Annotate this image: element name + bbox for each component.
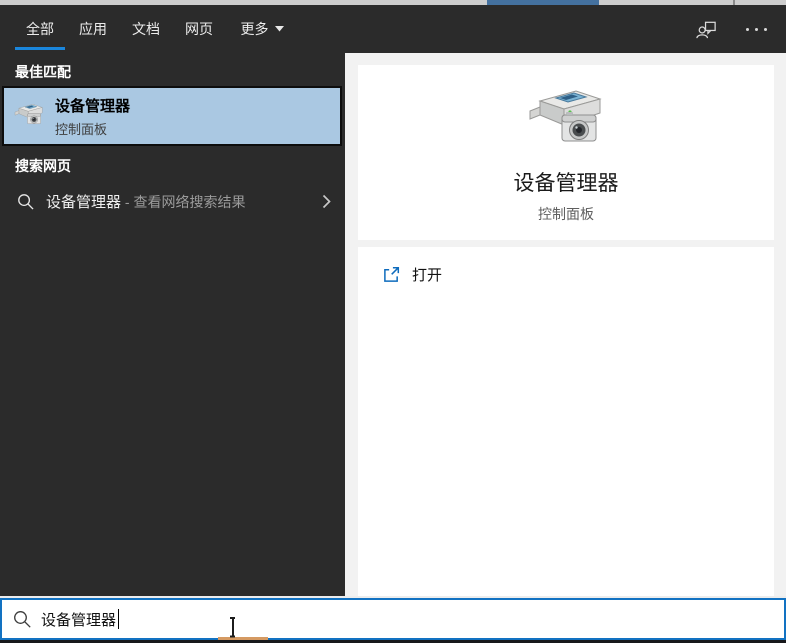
tab-apps[interactable]: 应用 (68, 5, 118, 53)
feedback-button[interactable] (692, 14, 720, 44)
search-window: 全部 应用 文档 网页 更多 最佳匹配 设备管理器 控制面板 搜索网页 设备管理… (0, 0, 786, 643)
preview-title: 设备管理器 (513, 172, 619, 195)
text-caret (118, 609, 120, 629)
best-match-item[interactable]: 设备管理器 控制面板 (2, 86, 342, 146)
ellipsis-icon (745, 27, 767, 31)
search-input[interactable]: 设备管理器 (0, 598, 786, 640)
web-search-suffix: - 查看网络搜索结果 (121, 193, 246, 210)
device-manager-icon (14, 104, 43, 124)
preview-panel: 设备管理器 控制面板 打开 (345, 53, 786, 596)
results-panel: 最佳匹配 设备管理器 控制面板 搜索网页 设备管理器 - 查看网络搜索结果 (0, 53, 345, 596)
filter-tabs: 全部 应用 文档 网页 更多 (15, 5, 297, 53)
best-match-subtitle: 控制面板 (55, 121, 108, 137)
open-action[interactable]: 打开 (383, 260, 503, 288)
chevron-down-icon (274, 26, 284, 32)
open-label: 打开 (412, 266, 443, 284)
best-match-title: 设备管理器 (55, 97, 131, 115)
chevron-right-icon (322, 194, 331, 209)
tab-more[interactable]: 更多 (227, 5, 297, 53)
feedback-icon (695, 21, 716, 38)
web-search-header: 搜索网页 (15, 158, 71, 174)
tab-web[interactable]: 网页 (174, 5, 224, 53)
tab-documents[interactable]: 文档 (121, 5, 171, 53)
device-manager-icon-large (529, 90, 602, 142)
search-input-value: 设备管理器 (41, 611, 117, 629)
web-search-query: 设备管理器 (46, 193, 122, 211)
open-icon (384, 266, 400, 282)
preview-card: 设备管理器 控制面板 (358, 65, 774, 240)
options-button[interactable] (742, 14, 770, 44)
tab-all[interactable]: 全部 (15, 5, 65, 53)
search-icon (18, 193, 34, 210)
best-match-header: 最佳匹配 (15, 64, 71, 80)
web-search-item[interactable]: 设备管理器 - 查看网络搜索结果 (0, 183, 345, 219)
topbar-actions (692, 5, 770, 53)
preview-subtitle: 控制面板 (538, 206, 594, 222)
tab-more-label: 更多 (240, 21, 269, 37)
actions-card: 打开 (358, 247, 774, 596)
search-icon (14, 611, 31, 628)
search-filter-bar: 全部 应用 文档 网页 更多 (0, 5, 786, 53)
